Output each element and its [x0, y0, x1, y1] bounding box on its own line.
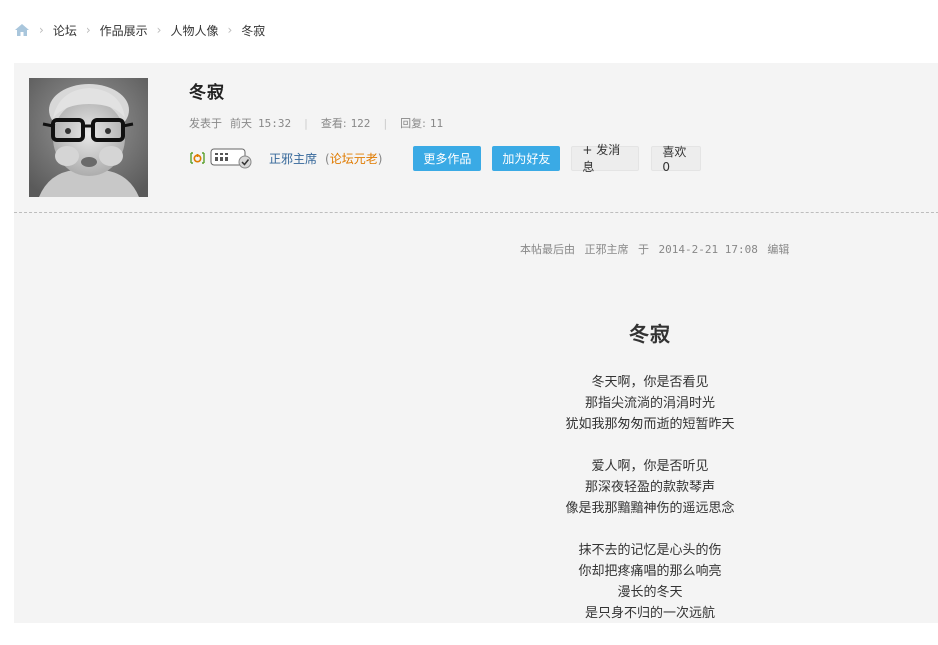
post-card: 冬寂 发表于 前天 15:32 | 查看: 122 | 回复: 11 正邪主席 …: [14, 63, 938, 623]
more-works-button[interactable]: 更多作品: [413, 145, 482, 171]
like-button[interactable]: 喜欢0: [651, 145, 702, 174]
edited-prefix: 本帖最后由: [520, 243, 575, 256]
online-icon: [189, 151, 206, 165]
author-name[interactable]: 正邪主席: [269, 150, 317, 167]
post-title: 冬寂: [189, 83, 225, 103]
meta-divider: |: [304, 116, 308, 130]
add-friend-button[interactable]: 加为好友: [492, 145, 561, 171]
posted-clock: 15:32: [258, 116, 292, 130]
author-role-text: 论坛元老: [329, 151, 378, 166]
poem-title: 冬寂: [629, 322, 671, 346]
avatar[interactable]: [29, 78, 148, 197]
breadcrumb-works[interactable]: 作品展示: [100, 22, 148, 39]
breadcrumb-separator: ›: [39, 23, 44, 37]
poem-stanza: 抹不去的记忆是心头的伤 你却把疼痛唱的那么响亮 漫长的冬天 是只身不归的一次远航: [500, 540, 800, 624]
posted-label: 发表于: [189, 117, 222, 130]
poem-line: 那指尖流淌的涓涓时光: [584, 396, 715, 411]
poem-stanza: 冬天啊，你是否看见 那指尖流淌的涓涓时光 犹如我那匆匆而逝的短暂昨天: [500, 372, 800, 435]
poem-line: 那深夜轻盈的款款琴声: [584, 480, 715, 495]
edited-datetime: 2014-2-21 17:08: [658, 243, 758, 256]
poem-line: 你却把疼痛唱的那么响亮: [578, 564, 722, 579]
post-header: 冬寂 发表于 前天 15:32 | 查看: 122 | 回复: 11 正邪主席 …: [14, 63, 938, 213]
views-label: 查看:: [320, 117, 347, 130]
poem-line: 冬天啊，你是否看见: [591, 375, 709, 390]
author-line: 正邪主席 (论坛元老) 更多作品 加为好友 + 发消息 喜欢0: [189, 143, 702, 174]
edited-user: 正邪主席: [584, 243, 629, 256]
breadcrumb-current[interactable]: 冬寂: [241, 22, 265, 39]
poem-line: 爱人啊，你是否听见: [591, 459, 709, 474]
replies-count: 11: [429, 116, 444, 130]
breadcrumb: › 论坛 › 作品展示 › 人物人像 › 冬寂: [14, 21, 265, 39]
breadcrumb-forum[interactable]: 论坛: [53, 22, 77, 39]
breadcrumb-portrait[interactable]: 人物人像: [170, 22, 218, 39]
breadcrumb-separator: ›: [227, 23, 233, 37]
poem-line: 像是我那黯黯神伤的遥远思念: [565, 501, 735, 516]
edited-mid: 于: [638, 243, 649, 256]
post-content: 冬寂 冬天啊，你是否看见 那指尖流淌的涓涓时光 犹如我那匆匆而逝的短暂昨天 爱人…: [500, 318, 800, 645]
poem-line: 抹不去的记忆是心头的伤: [578, 543, 722, 558]
post-meta: 发表于 前天 15:32 | 查看: 122 | 回复: 11: [189, 115, 443, 131]
breadcrumb-separator: ›: [156, 23, 162, 37]
poem-line: 漫长的冬天: [617, 585, 683, 600]
poem-line: 犹如我那匆匆而逝的短暂昨天: [565, 417, 735, 432]
meta-divider: |: [383, 116, 388, 130]
home-icon[interactable]: [14, 23, 30, 37]
medal-icon: [210, 147, 254, 169]
poem-stanza: 爱人啊，你是否听见 那深夜轻盈的款款琴声 像是我那黯黯神伤的遥远思念: [500, 456, 800, 519]
views-count: 122: [350, 116, 371, 130]
breadcrumb-separator: ›: [85, 23, 91, 37]
replies-label: 回复:: [400, 117, 426, 130]
edited-note: 本帖最后由 正邪主席 于 2014-2-21 17:08 编辑: [520, 241, 789, 257]
send-message-button[interactable]: + 发消息: [571, 143, 640, 174]
edited-suffix: 编辑: [767, 243, 790, 256]
author-role: (论坛元老): [325, 151, 383, 166]
posted-time: 前天: [230, 117, 252, 130]
